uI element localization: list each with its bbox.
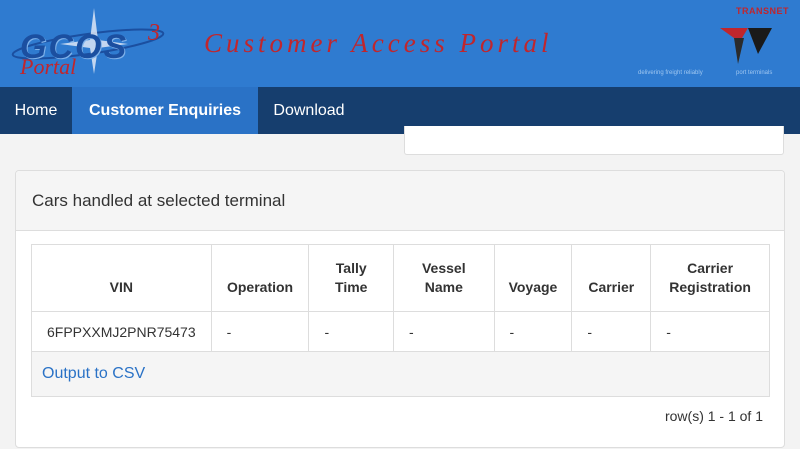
cell-carrier-registration: - bbox=[650, 311, 770, 352]
brand-tagline: delivering freight reliably bbox=[638, 70, 703, 76]
cell-vin: 6FPPXXMJ2PNR75473 bbox=[31, 311, 212, 352]
column-header-vessel-name[interactable]: Vessel Name bbox=[393, 244, 495, 312]
cell-tally-time: - bbox=[308, 311, 395, 352]
nav-home[interactable]: Home bbox=[0, 87, 72, 134]
output-csv-link[interactable]: Output to CSV bbox=[42, 365, 145, 383]
column-header-tally-time-line: Time bbox=[335, 279, 368, 295]
gcos-logo[interactable]: GCOS 3 Portal bbox=[8, 6, 168, 79]
nav-customer-enquiries[interactable]: Customer Enquiries bbox=[72, 87, 258, 134]
brand-division: port terminals bbox=[736, 70, 773, 76]
cars-table: VIN Operation Tally Time Vessel Name Voyag… bbox=[31, 244, 770, 352]
row-count: row(s) 1 - 1 of 1 bbox=[664, 408, 763, 424]
table-header-row: VIN Operation Tally Time Vessel Name Voyag… bbox=[31, 244, 770, 312]
column-header-tally-time[interactable]: Tally Time bbox=[308, 244, 395, 312]
table-footer: Output to CSV bbox=[31, 352, 770, 397]
logo-superscript: 3 bbox=[148, 20, 160, 46]
cell-carrier: - bbox=[571, 311, 652, 352]
column-header-carrier[interactable]: Carrier bbox=[571, 244, 652, 312]
column-header-vin[interactable]: VIN bbox=[31, 244, 212, 312]
column-header-operation[interactable]: Operation bbox=[210, 244, 310, 312]
panel-title: Cars handled at selected terminal bbox=[32, 191, 286, 210]
column-header-tally-time-line: Tally bbox=[335, 260, 367, 276]
filter-panel-bottom bbox=[404, 126, 784, 155]
panel-heading: Cars handled at selected terminal bbox=[16, 171, 784, 231]
transnet-logo-icon bbox=[720, 28, 772, 64]
brand-name: TRANSNET bbox=[736, 6, 789, 16]
column-header-carrier-registration[interactable]: Carrier Registration bbox=[650, 244, 770, 312]
results-panel: Cars handled at selected terminal VIN Op… bbox=[15, 170, 785, 448]
column-header-voyage[interactable]: Voyage bbox=[493, 244, 573, 312]
logo-subtext: Portal bbox=[20, 54, 77, 79]
cell-vessel-name: - bbox=[393, 311, 495, 352]
column-header-carrier-registration-line: Carrier bbox=[687, 260, 734, 276]
column-header-vessel-name-line: Name bbox=[424, 279, 463, 295]
nav-download[interactable]: Download bbox=[258, 87, 360, 134]
header-banner: GCOS 3 Portal Customer Access Portal TRA… bbox=[0, 0, 800, 87]
column-header-carrier-registration-line: Registration bbox=[669, 279, 751, 295]
cell-operation: - bbox=[210, 311, 310, 352]
cell-voyage: - bbox=[493, 311, 573, 352]
column-header-vessel-name-line: Vessel bbox=[421, 260, 466, 276]
table-row[interactable]: 6FPPXXMJ2PNR75473 - - - - - - bbox=[31, 311, 770, 352]
page-title: Customer Access Portal bbox=[204, 28, 553, 58]
